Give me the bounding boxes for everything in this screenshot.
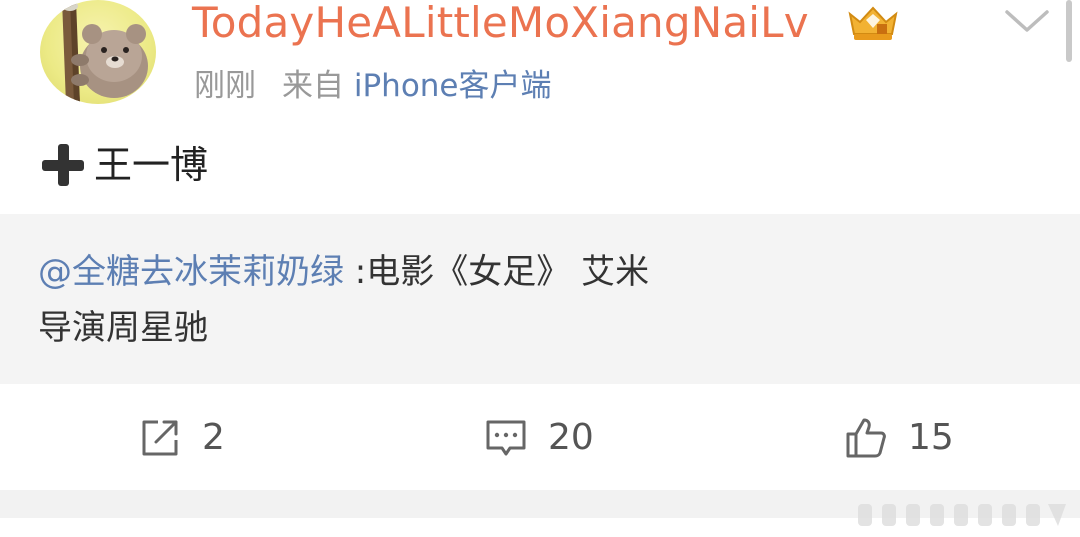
post-meta: 刚刚 来自 iPhone客户端 xyxy=(194,66,552,106)
repost-text: :电影《女足》 艾米 xyxy=(344,252,650,292)
comment-button[interactable]: 20 xyxy=(484,416,594,460)
weibo-post: TodayHeALittleMoXiangNaiLv 刚刚 来自 iPhone客户… xyxy=(0,0,1080,537)
avatar[interactable] xyxy=(40,0,156,104)
post-time: 刚刚 xyxy=(194,68,256,104)
scrollbar-thumb[interactable] xyxy=(1066,0,1072,62)
mention-link[interactable]: @全糖去冰茉莉奶绿 xyxy=(38,252,344,292)
chevron-down-icon[interactable] xyxy=(1004,8,1050,34)
repost-icon xyxy=(142,420,178,456)
post-text: 王一博 xyxy=(94,143,209,187)
action-bar: 2 20 15 xyxy=(0,384,1080,490)
repost-button[interactable]: 2 xyxy=(138,416,225,460)
comment-icon xyxy=(486,420,526,456)
like-count: 15 xyxy=(908,417,954,458)
repost-count: 2 xyxy=(202,417,225,458)
bear-avatar-icon xyxy=(50,0,148,104)
post-content: 王一博 xyxy=(38,140,208,190)
post-source-link[interactable]: iPhone客户端 xyxy=(354,68,552,104)
repost-line-2: 导演周星驰 xyxy=(38,308,208,348)
repost-line-1: @全糖去冰茉莉奶绿 :电影《女足》 艾米 xyxy=(38,250,649,294)
username[interactable]: TodayHeALittleMoXiangNaiLv xyxy=(192,0,809,46)
reposted-content[interactable]: @全糖去冰茉莉奶绿 :电影《女足》 艾米 导演周星驰 xyxy=(0,214,1080,384)
crown-badge-icon[interactable] xyxy=(846,4,900,42)
watermark-logo xyxy=(858,504,1066,526)
plus-icon xyxy=(38,140,88,190)
comment-count: 20 xyxy=(548,417,594,458)
source-prefix: 来自 xyxy=(282,68,344,104)
like-button[interactable]: 15 xyxy=(844,416,954,460)
like-icon xyxy=(846,418,886,458)
